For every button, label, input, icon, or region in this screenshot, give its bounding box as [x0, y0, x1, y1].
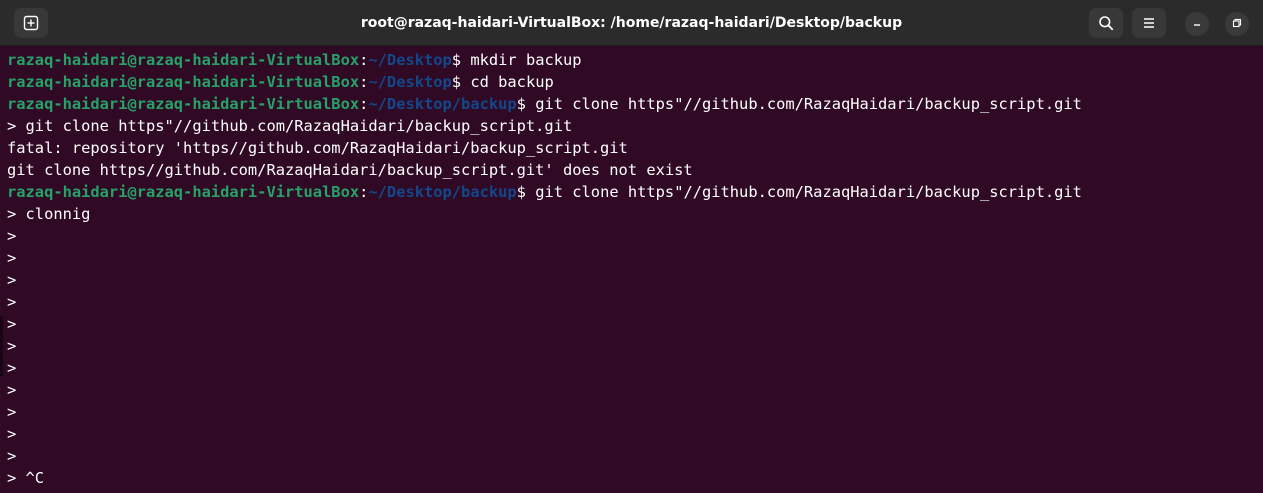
terminal-output[interactable]: razaq-haidari@razaq-haidari-VirtualBox:~…: [0, 46, 1263, 493]
output-line: >: [7, 447, 17, 465]
output-line: >: [7, 249, 17, 267]
prompt-colon: :: [359, 95, 369, 113]
prompt-user: razaq-haidari@razaq-haidari-VirtualBox: [7, 73, 360, 91]
hamburger-menu-icon: [1142, 16, 1156, 30]
prompt-colon: :: [359, 183, 369, 201]
search-button[interactable]: [1089, 8, 1123, 38]
prompt-path: ~/Desktop/backup: [368, 183, 517, 201]
prompt-path: ~/Desktop: [368, 51, 452, 69]
prompt-line: razaq-haidari@razaq-haidari-VirtualBox:~…: [7, 181, 1263, 203]
output-line: >: [7, 271, 17, 289]
prompt-dollar: $: [451, 73, 462, 91]
output-line: git clone https//github.com/RazaqHaidari…: [7, 161, 693, 179]
output-line: >: [7, 315, 17, 333]
terminal-window: root@razaq-haidari-VirtualBox: /home/raz…: [0, 0, 1263, 493]
output-line: > git clone https"//github.com/RazaqHaid…: [7, 117, 573, 135]
maximize-button[interactable]: [1225, 12, 1249, 36]
prompt-user: razaq-haidari@razaq-haidari-VirtualBox: [7, 183, 360, 201]
new-tab-button[interactable]: [14, 8, 48, 38]
scroll-edge: [0, 316, 3, 376]
output-line: > clonnig: [7, 205, 91, 223]
prompt-dollar: $: [516, 183, 526, 201]
output-line: > ^C: [7, 469, 45, 487]
prompt-line: razaq-haidari@razaq-haidari-VirtualBox:~…: [7, 49, 1263, 71]
maximize-icon: [1232, 15, 1242, 33]
output-line: fatal: repository 'https//github.com/Raz…: [7, 139, 628, 157]
search-icon: [1098, 15, 1114, 31]
command-text: git clone https"//github.com/RazaqHaidar…: [525, 95, 1082, 113]
minimize-icon: [1192, 15, 1202, 33]
command-text: mkdir backup: [461, 51, 582, 69]
menu-button[interactable]: [1132, 8, 1166, 38]
output-line: >: [7, 293, 17, 311]
prompt-dollar: $: [451, 51, 462, 69]
new-tab-icon: [23, 15, 39, 31]
command-text: cd backup: [461, 73, 554, 91]
prompt-user: razaq-haidari@razaq-haidari-VirtualBox: [7, 51, 360, 69]
command-text: git clone https"//github.com/RazaqHaidar…: [525, 183, 1082, 201]
output-line: >: [7, 381, 17, 399]
output-line: >: [7, 337, 17, 355]
prompt-line: razaq-haidari@razaq-haidari-VirtualBox:~…: [7, 93, 1263, 115]
output-line: >: [7, 227, 17, 245]
prompt-line: razaq-haidari@razaq-haidari-VirtualBox:~…: [7, 71, 1263, 93]
prompt-dollar: $: [516, 95, 526, 113]
prompt-colon: :: [359, 51, 369, 69]
output-line: >: [7, 403, 17, 421]
minimize-button[interactable]: [1185, 12, 1209, 36]
output-line: >: [7, 425, 17, 443]
prompt-colon: :: [359, 73, 369, 91]
output-line: >: [7, 359, 17, 377]
title-bar[interactable]: root@razaq-haidari-VirtualBox: /home/raz…: [0, 0, 1263, 46]
prompt-path: ~/Desktop/backup: [368, 95, 517, 113]
window-title: root@razaq-haidari-VirtualBox: /home/raz…: [360, 15, 903, 31]
prompt-path: ~/Desktop: [368, 73, 452, 91]
prompt-user: razaq-haidari@razaq-haidari-VirtualBox: [7, 95, 360, 113]
